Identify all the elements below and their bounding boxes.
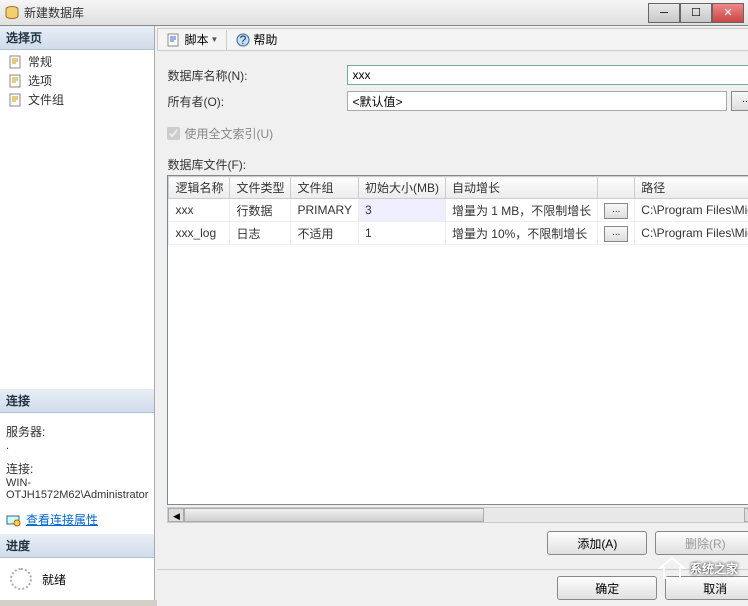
progress-header: 进度 bbox=[0, 534, 154, 558]
sidebar-item-label: 文件组 bbox=[28, 91, 64, 108]
cell-name[interactable]: xxx bbox=[169, 199, 230, 222]
table-row[interactable]: xxx 行数据 PRIMARY 3 增量为 1 MB，不限制增长 ... C:\… bbox=[169, 199, 748, 222]
maximize-button[interactable]: ☐ bbox=[680, 3, 712, 23]
scroll-thumb[interactable] bbox=[184, 508, 484, 522]
page-icon bbox=[8, 74, 24, 88]
select-page-header: 选择页 bbox=[0, 26, 154, 50]
remove-button: 删除(R) bbox=[655, 531, 748, 555]
content-area: 脚本 ▼ ? 帮助 数据库名称(N): 所有者(O): ... 使用全文索引(U… bbox=[155, 26, 748, 600]
house-icon bbox=[658, 556, 686, 580]
col-initial-size[interactable]: 初始大小(MB) bbox=[358, 177, 445, 199]
window-buttons: ─ ☐ ✕ bbox=[648, 3, 744, 23]
window-title: 新建数据库 bbox=[24, 4, 648, 21]
col-path[interactable]: 路径 bbox=[635, 177, 748, 199]
autogrowth-edit-button[interactable]: ... bbox=[604, 203, 628, 219]
cell-type[interactable]: 行数据 bbox=[230, 199, 291, 222]
db-name-label: 数据库名称(N): bbox=[167, 67, 347, 84]
fulltext-checkbox bbox=[167, 127, 180, 140]
toolbar: 脚本 ▼ ? 帮助 bbox=[157, 28, 748, 51]
cell-path[interactable]: C:\Program Files\Mic bbox=[635, 222, 748, 245]
scroll-left-button[interactable]: ◀ bbox=[168, 508, 184, 522]
cell-group[interactable]: 不适用 bbox=[291, 222, 358, 245]
sidebar-item-options[interactable]: 选项 bbox=[4, 71, 150, 90]
cell-size[interactable]: 1 bbox=[358, 222, 445, 245]
owner-input[interactable] bbox=[347, 91, 727, 111]
close-button[interactable]: ✕ bbox=[712, 3, 744, 23]
connection-icon bbox=[6, 513, 22, 527]
connection-body: 服务器: . 连接: WIN-OTJH1572M62\Administrator… bbox=[0, 413, 154, 534]
database-icon bbox=[4, 5, 20, 21]
connection-label: 连接: bbox=[6, 460, 148, 477]
db-name-input[interactable] bbox=[347, 65, 748, 85]
chevron-down-icon: ▼ bbox=[210, 35, 218, 44]
cell-growth[interactable]: 增量为 10%，不限制增长 bbox=[445, 222, 597, 245]
cell-path[interactable]: C:\Program Files\Mic bbox=[635, 199, 748, 222]
page-icon bbox=[8, 93, 24, 107]
col-logical-name[interactable]: 逻辑名称 bbox=[169, 177, 230, 199]
progress-status: 就绪 bbox=[42, 571, 66, 588]
cell-type[interactable]: 日志 bbox=[230, 222, 291, 245]
cell-size[interactable]: 3 bbox=[358, 199, 445, 222]
server-value: . bbox=[6, 440, 148, 452]
help-button[interactable]: ? 帮助 bbox=[231, 29, 281, 50]
cell-growth[interactable]: 增量为 1 MB，不限制增长 bbox=[445, 199, 597, 222]
watermark: 系统之家 bbox=[658, 556, 738, 580]
connection-value: WIN-OTJH1572M62\Administrator bbox=[6, 477, 148, 501]
view-connection-properties-link[interactable]: 查看连接属性 bbox=[26, 511, 98, 528]
sidebar-item-label: 选项 bbox=[28, 72, 52, 89]
owner-label: 所有者(O): bbox=[167, 93, 347, 110]
ok-button[interactable]: 确定 bbox=[557, 576, 657, 600]
titlebar: 新建数据库 ─ ☐ ✕ bbox=[0, 0, 748, 26]
script-label: 脚本 bbox=[184, 31, 208, 48]
minimize-button[interactable]: ─ bbox=[648, 3, 680, 23]
col-file-group[interactable]: 文件组 bbox=[291, 177, 358, 199]
cell-group[interactable]: PRIMARY bbox=[291, 199, 358, 222]
fulltext-label: 使用全文索引(U) bbox=[184, 125, 273, 142]
sidebar-item-general[interactable]: 常规 bbox=[4, 52, 150, 71]
page-icon bbox=[8, 55, 24, 69]
owner-browse-button[interactable]: ... bbox=[731, 91, 748, 111]
progress-body: 就绪 bbox=[0, 558, 154, 600]
progress-spinner-icon bbox=[10, 568, 32, 590]
cell-name[interactable]: xxx_log bbox=[169, 222, 230, 245]
scroll-right-button[interactable]: ▶ bbox=[744, 508, 748, 522]
sidebar-item-label: 常规 bbox=[28, 53, 52, 70]
col-file-type[interactable]: 文件类型 bbox=[230, 177, 291, 199]
db-files-label: 数据库文件(F): bbox=[167, 156, 748, 173]
help-label: 帮助 bbox=[253, 31, 277, 48]
col-autogrowth-btn bbox=[598, 177, 635, 199]
horizontal-scrollbar[interactable]: ◀ ▶ bbox=[167, 507, 748, 523]
sidebar: 选择页 常规 选项 文件组 连接 服务器: . 连接: WIN-OTJH1572… bbox=[0, 26, 155, 600]
toolbar-separator bbox=[226, 30, 227, 50]
form-area: 数据库名称(N): 所有者(O): ... 使用全文索引(U) 数据库文件(F)… bbox=[157, 51, 748, 569]
select-page-body: 常规 选项 文件组 bbox=[0, 50, 154, 111]
svg-text:?: ? bbox=[240, 33, 247, 47]
script-button[interactable]: 脚本 ▼ bbox=[162, 29, 222, 50]
help-icon: ? bbox=[235, 32, 251, 48]
files-grid[interactable]: 逻辑名称 文件类型 文件组 初始大小(MB) 自动增长 路径 xxx 行数据 bbox=[167, 175, 748, 505]
connection-header: 连接 bbox=[0, 389, 154, 413]
table-row[interactable]: xxx_log 日志 不适用 1 增量为 10%，不限制增长 ... C:\Pr… bbox=[169, 222, 748, 245]
add-button[interactable]: 添加(A) bbox=[547, 531, 647, 555]
sidebar-item-filegroups[interactable]: 文件组 bbox=[4, 90, 150, 109]
autogrowth-edit-button[interactable]: ... bbox=[604, 226, 628, 242]
script-icon bbox=[166, 32, 182, 48]
col-autogrowth[interactable]: 自动增长 bbox=[445, 177, 597, 199]
server-label: 服务器: bbox=[6, 423, 148, 440]
